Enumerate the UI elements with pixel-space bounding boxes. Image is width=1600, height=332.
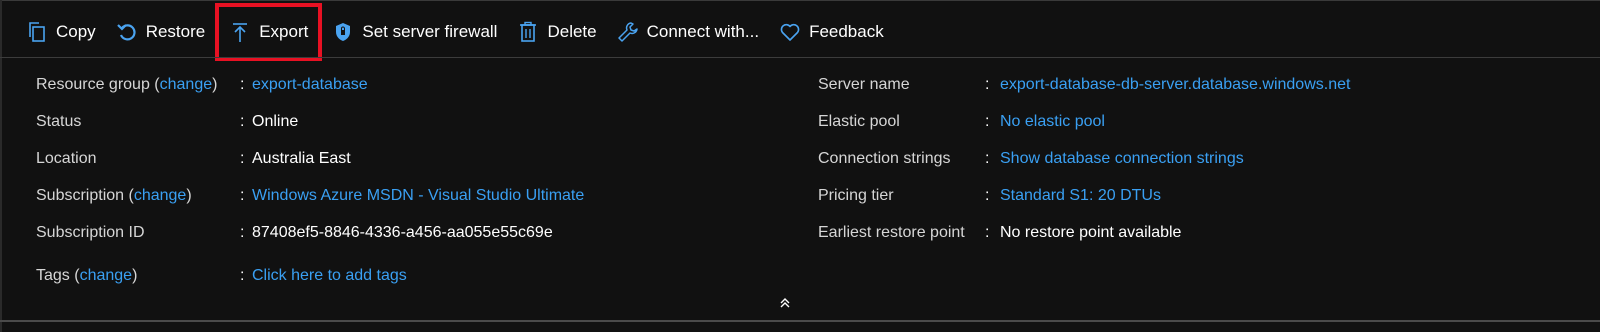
feedback-button[interactable]: Feedback (769, 12, 894, 52)
subscription-id-value: 87408ef5-8846-4336-a456-aa055e55c69e (252, 223, 553, 241)
subscription-label: Subscription (change) (36, 186, 192, 204)
colon: : (985, 75, 990, 93)
resource-group-label: Resource group (change) (36, 75, 218, 93)
resource-group-value-link[interactable]: export-database (252, 76, 368, 94)
shield-icon (332, 21, 354, 43)
toolbar-divider (0, 57, 1600, 58)
connection-strings-link[interactable]: Show database connection strings (1000, 150, 1244, 168)
subscription-row: Subscription (change) : Windows Azure MS… (36, 177, 776, 214)
panel-bottom-border (0, 320, 1600, 322)
restore-icon (116, 21, 138, 43)
server-name-label: Server name (818, 75, 910, 93)
connect-with-button[interactable]: Connect with... (607, 12, 769, 52)
top-rule (0, 0, 1600, 1)
colon: : (985, 223, 990, 241)
left-border (0, 0, 2, 332)
elastic-pool-label: Elastic pool (818, 112, 900, 130)
location-row: Location : Australia East (36, 140, 776, 177)
export-label: Export (259, 22, 309, 41)
pricing-tier-label: Pricing tier (818, 186, 894, 204)
earliest-restore-row: Earliest restore point : No restore poin… (818, 214, 1578, 251)
subscription-id-label: Subscription ID (36, 223, 145, 241)
colon: : (985, 112, 990, 130)
elastic-pool-row: Elastic pool : No elastic pool (818, 103, 1578, 140)
add-tags-link[interactable]: Click here to add tags (252, 267, 407, 285)
elastic-pool-link[interactable]: No elastic pool (1000, 113, 1105, 131)
colon: : (240, 266, 245, 284)
colon: : (240, 75, 245, 93)
colon: : (240, 112, 245, 130)
colon: : (985, 149, 990, 167)
export-icon (229, 21, 251, 43)
status-label: Status (36, 112, 82, 130)
essentials-panel: Copy Restore Export Set server firewall … (0, 0, 1600, 332)
status-row: Status : Online (36, 103, 776, 140)
location-value: Australia East (252, 149, 351, 167)
delete-button[interactable]: Delete (507, 12, 606, 52)
colon: : (240, 223, 245, 241)
copy-button[interactable]: Copy (16, 12, 106, 52)
double-chevron-up-icon (778, 296, 792, 310)
trash-icon (517, 21, 539, 43)
copy-label: Copy (56, 22, 96, 41)
collapse-essentials-button[interactable] (776, 294, 794, 312)
restore-button[interactable]: Restore (106, 12, 216, 52)
pricing-tier-row: Pricing tier : Standard S1: 20 DTUs (818, 177, 1578, 214)
tags-change-link[interactable]: change (80, 267, 133, 284)
subscription-change-link[interactable]: change (134, 187, 187, 204)
server-name-row: Server name : export-database-db-server.… (818, 66, 1578, 103)
connect-with-label: Connect with... (646, 22, 760, 41)
colon: : (240, 149, 245, 167)
connection-strings-label: Connection strings (818, 149, 951, 167)
set-server-firewall-button[interactable]: Set server firewall (322, 12, 507, 52)
status-value: Online (252, 112, 299, 130)
subscription-value-link[interactable]: Windows Azure MSDN - Visual Studio Ultim… (252, 187, 584, 205)
resource-group-row: Resource group (change) : export-databas… (36, 66, 776, 103)
wrench-icon (617, 21, 639, 43)
earliest-restore-value: No restore point available (1000, 223, 1182, 241)
location-label: Location (36, 149, 97, 167)
export-button[interactable]: Export (215, 3, 323, 61)
server-name-link[interactable]: export-database-db-server.database.windo… (1000, 76, 1350, 94)
earliest-restore-label: Earliest restore point (818, 223, 965, 241)
right-properties: Server name : export-database-db-server.… (818, 66, 1578, 251)
resource-group-change-link[interactable]: change (160, 76, 213, 93)
subscription-id-row: Subscription ID : 87408ef5-8846-4336-a45… (36, 214, 776, 251)
left-properties: Resource group (change) : export-databas… (36, 66, 776, 294)
tags-row: Tags (change) : Click here to add tags (36, 257, 776, 294)
command-bar: Copy Restore Export Set server firewall … (16, 3, 894, 61)
restore-label: Restore (145, 22, 206, 41)
set-server-firewall-label: Set server firewall (362, 22, 498, 41)
colon: : (985, 186, 990, 204)
heart-icon (779, 21, 801, 43)
colon: : (240, 186, 245, 204)
tags-label: Tags (change) (36, 266, 138, 284)
pricing-tier-link[interactable]: Standard S1: 20 DTUs (1000, 187, 1161, 205)
connection-strings-row: Connection strings : Show database conne… (818, 140, 1578, 177)
feedback-label: Feedback (809, 22, 884, 41)
delete-label: Delete (547, 22, 597, 41)
copy-icon (26, 21, 48, 43)
